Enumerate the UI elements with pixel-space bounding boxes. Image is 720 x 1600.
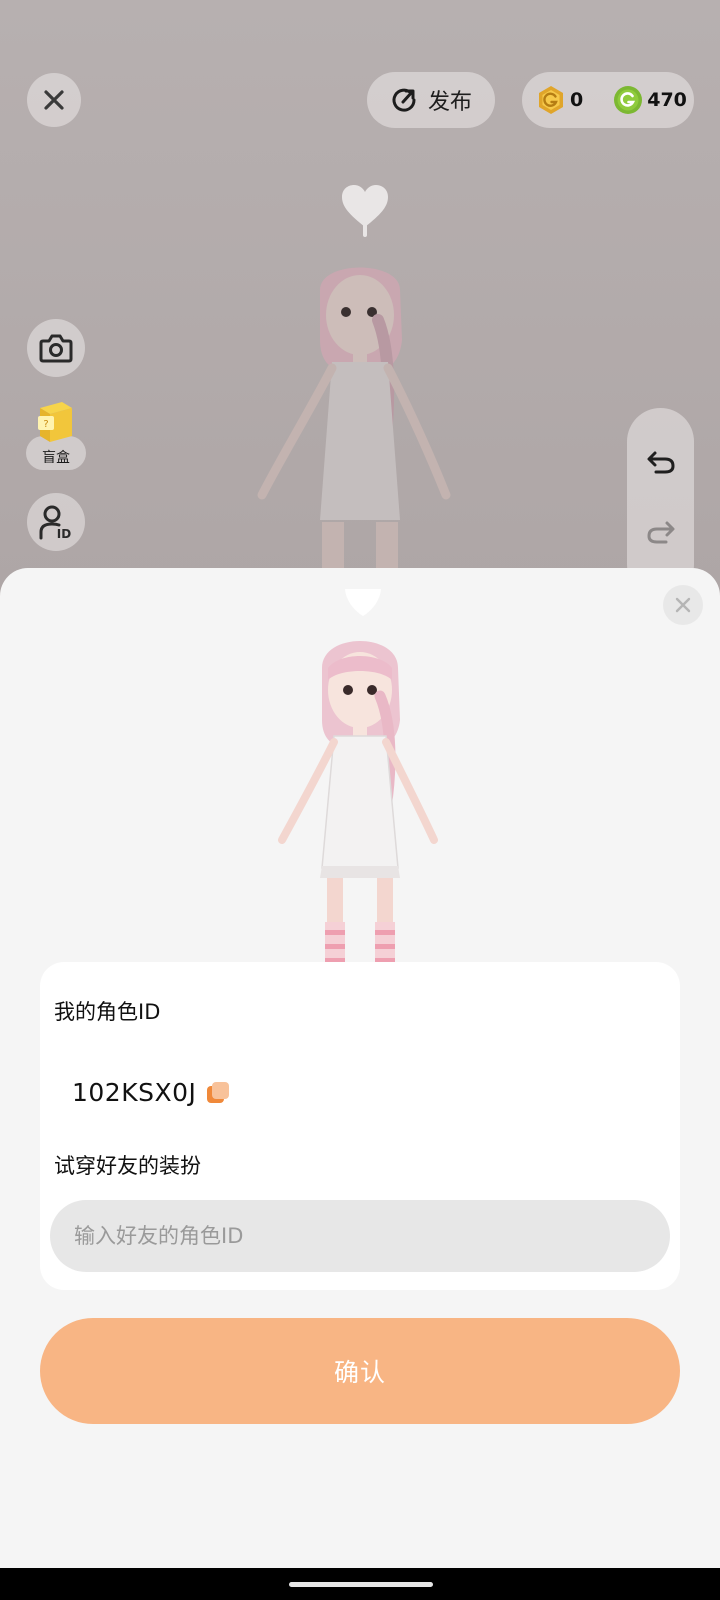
gold-coin-count: 0 bbox=[570, 89, 584, 111]
blindbox-button[interactable]: ? 盲盒 bbox=[26, 400, 86, 472]
camera-button[interactable] bbox=[27, 319, 85, 377]
my-role-id-label: 我的角色ID bbox=[54, 1000, 161, 1024]
avatar-character bbox=[257, 267, 451, 600]
redo-button[interactable] bbox=[627, 506, 694, 556]
publish-icon bbox=[392, 88, 416, 112]
mystery-box-icon: ? bbox=[38, 402, 72, 442]
heart-icon bbox=[342, 185, 388, 237]
my-role-id-row: 102KSX0J bbox=[72, 1078, 230, 1107]
confirm-label: 确认 bbox=[333, 1358, 386, 1387]
close-icon bbox=[675, 597, 691, 613]
publish-button[interactable]: 发布 bbox=[367, 72, 495, 128]
confirm-button[interactable]: 确认 bbox=[40, 1318, 680, 1424]
heart-icon bbox=[345, 589, 381, 616]
undo-button[interactable] bbox=[627, 436, 694, 486]
friend-id-input[interactable] bbox=[50, 1200, 670, 1272]
undo-icon bbox=[647, 451, 675, 474]
avatar-scene: 发布 0 470 ? 盲盒 ID bbox=[0, 0, 720, 600]
home-indicator[interactable] bbox=[289, 1582, 433, 1587]
green-coin-count: 470 bbox=[647, 89, 687, 111]
try-on-label: 试穿好友的装扮 bbox=[54, 1154, 201, 1178]
copy-id-button[interactable] bbox=[206, 1081, 230, 1105]
my-role-id-value: 102KSX0J bbox=[72, 1078, 197, 1107]
publish-label: 发布 bbox=[427, 90, 472, 115]
gold-coin-icon bbox=[539, 86, 563, 114]
system-navigation-bar bbox=[0, 1568, 720, 1600]
avatar-id-button[interactable]: ID bbox=[27, 493, 85, 551]
blindbox-label: 盲盒 bbox=[42, 450, 70, 466]
role-id-card: 我的角色ID 102KSX0J 试穿好友的装扮 bbox=[40, 962, 680, 1290]
copy-icon bbox=[207, 1081, 230, 1103]
close-button[interactable] bbox=[27, 73, 81, 127]
green-coin-icon bbox=[614, 86, 643, 114]
role-id-sheet: 我的角色ID 102KSX0J 试穿好友的装扮 确认 bbox=[0, 568, 720, 1568]
sheet-close-button[interactable] bbox=[663, 585, 703, 625]
svg-text:ID: ID bbox=[57, 527, 71, 540]
close-icon bbox=[44, 90, 64, 110]
camera-icon bbox=[39, 334, 73, 363]
currency-bar[interactable]: 0 470 bbox=[522, 72, 694, 128]
redo-icon bbox=[646, 521, 674, 544]
svg-text:?: ? bbox=[43, 419, 48, 430]
user-id-icon: ID bbox=[39, 505, 71, 540]
